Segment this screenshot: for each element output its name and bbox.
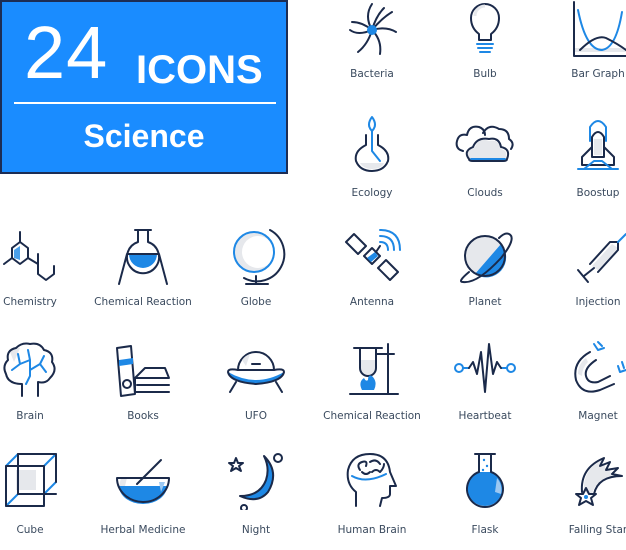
flask-stand-icon <box>118 229 168 285</box>
banner-divider <box>14 102 276 104</box>
icon-tile-boostup: Boostup <box>541 115 626 215</box>
icon-label: Bar Graph <box>571 68 625 80</box>
icon-label: Magnet <box>578 410 618 422</box>
clouds-icon <box>455 125 514 162</box>
icon-tile-heartbeat: Heartbeat <box>428 340 542 440</box>
icon-label: Boostup <box>576 187 620 199</box>
head-brain-icon <box>346 453 397 507</box>
mortar-pestle-icon <box>116 459 170 504</box>
brain-icon <box>3 342 56 397</box>
icon-tile-chemical-reaction-1: Chemical Reaction <box>86 228 200 328</box>
molecule-icon <box>3 231 55 281</box>
satellite-icon <box>345 229 401 281</box>
icon-tile-ecology: Ecology <box>315 115 429 215</box>
icon-tile-magnet: Magnet <box>541 340 626 440</box>
moon-stars-icon <box>228 453 283 510</box>
icon-tile-falling-star: Falling Star <box>541 450 626 550</box>
falling-star-icon <box>575 457 623 506</box>
rocket-icon <box>577 120 619 170</box>
icons-word: ICONS <box>136 48 263 92</box>
icon-tile-chemical-reaction-2: Chemical Reaction <box>315 340 429 440</box>
globe-icon <box>233 229 286 285</box>
magnet-icon <box>574 341 626 393</box>
icon-tile-bacteria: Bacteria <box>315 0 429 100</box>
bacteria-icon <box>349 3 397 55</box>
icon-tile-brain: Brain <box>0 340 87 440</box>
icon-tile-injection: Injection <box>541 228 626 328</box>
icon-tile-books: Books <box>86 340 200 440</box>
icon-tile-clouds: Clouds <box>428 115 542 215</box>
category-title: Science <box>83 118 205 154</box>
flask-icon <box>466 453 504 508</box>
ecology-icon <box>354 116 390 172</box>
cube-icon <box>5 453 57 507</box>
bar-graph-icon <box>573 1 626 57</box>
planet-icon <box>460 232 513 284</box>
icon-tile-antenna: Antenna <box>315 228 429 328</box>
icon-count: 24 <box>24 11 109 94</box>
icon-tile-ufo: UFO <box>199 340 313 440</box>
icon-tile-planet: Planet <box>428 228 542 328</box>
icon-tile-bulb: Bulb <box>428 0 542 100</box>
icon-tile-globe: Globe <box>199 228 313 328</box>
icon-tile-bar-graph: Bar Graph <box>541 0 626 100</box>
books-icon <box>116 345 170 397</box>
icon-label: Injection <box>575 296 621 308</box>
title-banner: 24 ICONS Science <box>0 0 288 174</box>
ufo-icon <box>227 351 285 393</box>
icon-tile-chemistry: Chemistry <box>0 228 87 328</box>
burner-tube-icon <box>349 343 399 395</box>
icon-label: Falling Star <box>568 524 626 536</box>
syringe-icon <box>577 233 626 283</box>
bulb-icon <box>470 3 500 53</box>
heartbeat-icon <box>454 343 516 393</box>
